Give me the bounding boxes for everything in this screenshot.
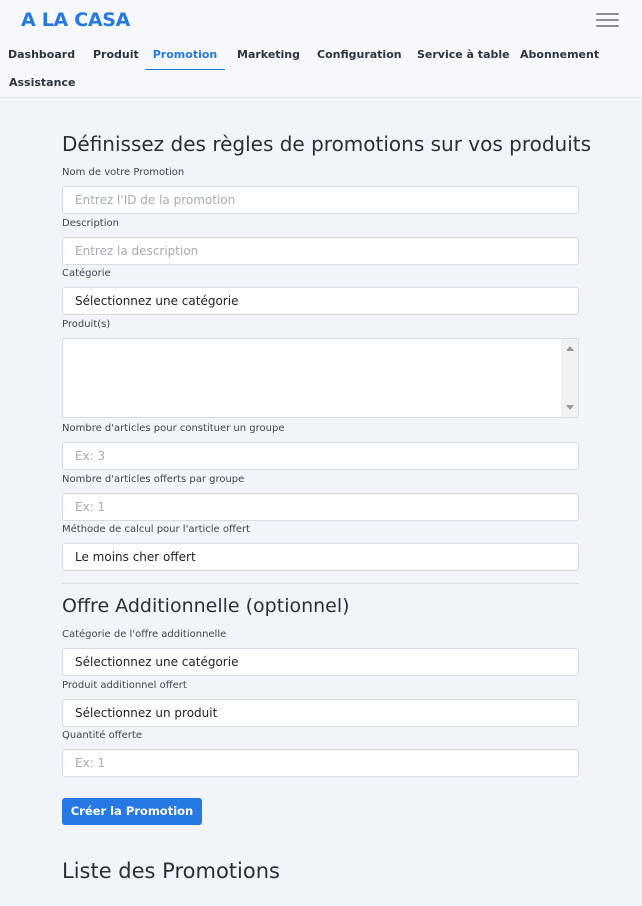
promotion-name-label: Nom de votre Promotion: [62, 167, 185, 178]
description-input[interactable]: Entrez la description: [62, 237, 579, 265]
nav-item-marketing[interactable]: Marketing: [237, 42, 300, 70]
group-size-label: Nombre d'articles pour constituer un gro…: [62, 423, 285, 434]
products-label: Produit(s): [62, 319, 111, 330]
nav-item-assistance[interactable]: Assistance: [9, 70, 75, 98]
scroll-up-icon[interactable]: [566, 346, 574, 351]
additional-product-label: Produit additionnel offert: [62, 680, 187, 691]
quantity-input[interactable]: Ex: 1: [62, 749, 579, 777]
additional-category-select[interactable]: Sélectionnez une catégorie: [62, 648, 579, 676]
promotion-name-input[interactable]: Entrez l'ID de la promotion: [62, 186, 579, 214]
nav-item-abonnement[interactable]: Abonnement: [520, 42, 599, 70]
nav-item-promotion[interactable]: Promotion: [145, 42, 225, 70]
category-select[interactable]: Sélectionnez une catégorie: [62, 287, 579, 315]
top-bar: A LA CASA: [0, 0, 642, 42]
quantity-label: Quantité offerte: [62, 730, 142, 741]
free-per-group-input[interactable]: Ex: 1: [62, 493, 579, 521]
nav-item-dashboard[interactable]: Dashboard: [8, 42, 75, 70]
calc-method-select[interactable]: Le moins cher offert: [62, 543, 579, 571]
products-multiselect[interactable]: [62, 338, 579, 418]
additional-offer-title: Offre Additionnelle (optionnel): [62, 595, 350, 617]
calc-method-label: Méthode de calcul pour l'article offert: [62, 524, 251, 535]
section-divider: [62, 583, 579, 584]
additional-category-label: Catégorie de l'offre additionnelle: [62, 629, 227, 640]
products-scrollbar[interactable]: [561, 339, 578, 417]
description-label: Description: [62, 218, 119, 229]
nav-item-configuration[interactable]: Configuration: [317, 42, 402, 70]
group-size-input[interactable]: Ex: 3: [62, 442, 579, 470]
hamburger-menu-icon[interactable]: [596, 13, 619, 28]
page-title: Définissez des règles de promotions sur …: [62, 132, 592, 156]
promotions-list-title: Liste des Promotions: [62, 859, 280, 883]
create-promotion-button[interactable]: Créer la Promotion: [62, 798, 202, 825]
category-label: Catégorie: [62, 268, 111, 279]
scroll-down-icon[interactable]: [566, 405, 574, 410]
brand-logo[interactable]: A LA CASA: [21, 9, 130, 31]
additional-product-select[interactable]: Sélectionnez un produit: [62, 699, 579, 727]
nav-item-produit[interactable]: Produit: [93, 42, 139, 70]
free-per-group-label: Nombre d'articles offerts par groupe: [62, 474, 245, 485]
main-nav: Dashboard Produit Promotion Marketing Co…: [0, 42, 642, 98]
nav-item-service-a-table[interactable]: Service à table: [417, 42, 510, 70]
